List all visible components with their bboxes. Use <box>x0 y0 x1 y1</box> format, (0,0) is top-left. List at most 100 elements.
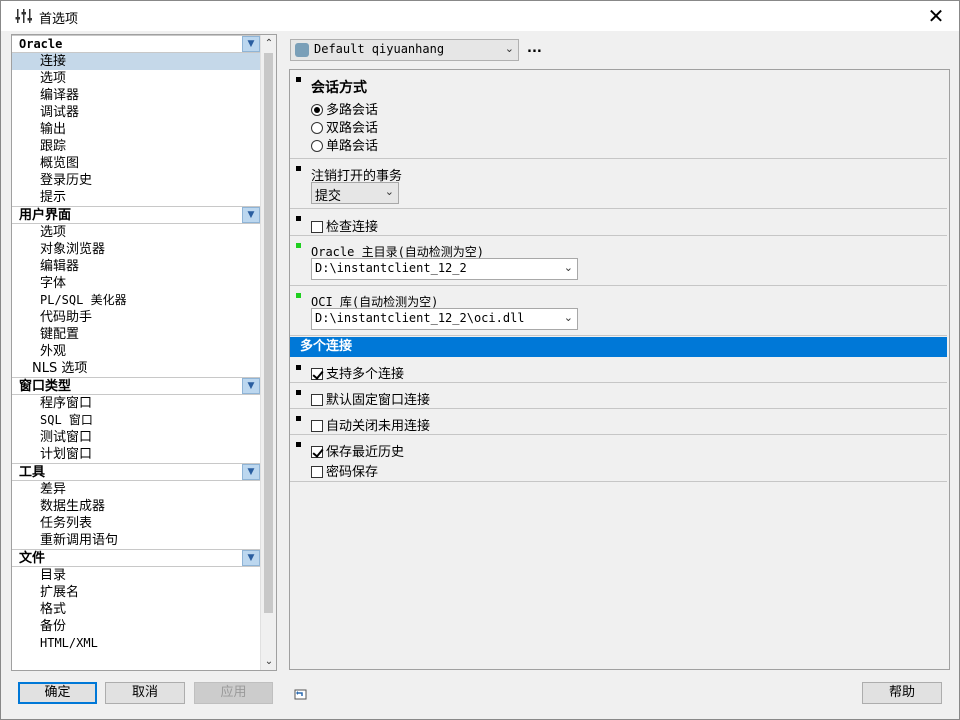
checkbox-icon <box>311 394 323 406</box>
session-title: 会话方式 <box>311 80 367 96</box>
category-tree: Oracle ▼ 连接 选项 编译器 调试器 输出 跟踪 概览图 登录历史 提示… <box>11 34 277 671</box>
tree-item[interactable]: SQL 窗口 <box>12 412 261 429</box>
checkbox-icon <box>311 221 323 233</box>
tree-item[interactable]: 调试器 <box>12 104 261 121</box>
support-multi-checkbox[interactable]: 支持多个连接 <box>311 363 404 382</box>
tree-item[interactable]: 程序窗口 <box>12 395 261 412</box>
tree-item[interactable]: 提示 <box>12 189 261 206</box>
tree-item[interactable]: 备份 <box>12 618 261 635</box>
tree-item[interactable]: 差异 <box>12 481 261 498</box>
session-option-multi[interactable]: 多路会话 <box>311 99 378 118</box>
oci-library-select[interactable]: D:\instantclient_12_2\oci.dll ⌄ <box>311 308 578 330</box>
logoff-value: 提交 <box>315 189 342 204</box>
collapse-icon[interactable]: ▼ <box>242 36 260 52</box>
checkbox-icon <box>311 420 323 432</box>
tree-item[interactable]: 选项 <box>12 224 261 241</box>
tree-section-files[interactable]: 文件 ▼ <box>12 549 261 567</box>
tree-item[interactable]: 扩展名 <box>12 584 261 601</box>
close-icon: ✕ <box>927 4 945 28</box>
tree-item[interactable]: NLS 选项 <box>12 360 261 377</box>
help-button[interactable]: 帮助 <box>862 682 942 704</box>
radio-icon <box>311 140 323 152</box>
checkbox-label: 保存最近历史 <box>326 445 405 460</box>
tree-item[interactable]: 重新调用语句 <box>12 532 261 549</box>
tree-section-user-interface[interactable]: 用户界面 ▼ <box>12 206 261 224</box>
tree-item-connection[interactable]: 连接 <box>12 53 261 70</box>
scroll-up-icon[interactable]: ⌃ <box>261 35 276 52</box>
tree-item[interactable]: 对象浏览器 <box>12 241 261 258</box>
tree-item[interactable]: 键配置 <box>12 326 261 343</box>
checkbox-icon <box>311 466 323 478</box>
tree-item[interactable]: 目录 <box>12 567 261 584</box>
settings-panel: 会话方式 多路会话 双路会话 单路会话 注销打开的事务 提交 ⌄ 检查连接 Or… <box>289 69 950 670</box>
check-connection-checkbox[interactable]: 检查连接 <box>311 216 378 235</box>
scrollbar-thumb[interactable] <box>264 53 273 613</box>
tree-item[interactable]: 测试窗口 <box>12 429 261 446</box>
scroll-down-icon[interactable]: ⌄ <box>261 653 276 670</box>
save-password-checkbox[interactable]: 密码保存 <box>311 461 378 480</box>
autoclose-group: 自动关闭未用连接 <box>290 409 947 435</box>
tree-section-tools[interactable]: 工具 ▼ <box>12 463 261 481</box>
oracle-home-select[interactable]: D:\instantclient_12_2 ⌄ <box>311 258 578 280</box>
tree-item[interactable]: 代码助手 <box>12 309 261 326</box>
section-label: 文件 <box>19 551 46 566</box>
collapse-icon[interactable]: ▼ <box>242 378 260 394</box>
section-label: 工具 <box>19 465 46 480</box>
option-label: 单路会话 <box>326 139 379 154</box>
section-label: 窗口类型 <box>19 379 72 394</box>
collapse-icon[interactable]: ▼ <box>242 550 260 566</box>
tree-item[interactable]: 编译器 <box>12 87 261 104</box>
fixed-window-checkbox[interactable]: 默认固定窗口连接 <box>311 389 430 408</box>
ok-button[interactable]: 确定 <box>18 682 97 704</box>
checkbox-icon <box>311 368 323 380</box>
tree-item[interactable]: PL/SQL 美化器 <box>12 292 261 309</box>
session-group: 会话方式 多路会话 双路会话 单路会话 <box>290 70 947 159</box>
undo-icon[interactable] <box>293 687 309 701</box>
session-option-dual[interactable]: 双路会话 <box>311 117 378 136</box>
tree-item[interactable]: 格式 <box>12 601 261 618</box>
tree-item[interactable]: 计划窗口 <box>12 446 261 463</box>
checkbox-label: 密码保存 <box>326 465 379 480</box>
collapse-icon[interactable]: ▼ <box>242 207 260 223</box>
tree-item[interactable]: 输出 <box>12 121 261 138</box>
tree-item[interactable]: 任务列表 <box>12 515 261 532</box>
marker-icon <box>296 416 301 421</box>
oracle-home-value: D:\instantclient_12_2 <box>315 261 467 275</box>
title-bar: 首选项 ✕ <box>1 1 959 31</box>
tree-item[interactable]: 外观 <box>12 343 261 360</box>
tree-item[interactable]: 选项 <box>12 70 261 87</box>
collapse-icon[interactable]: ▼ <box>242 464 260 480</box>
tree-item[interactable]: 登录历史 <box>12 172 261 189</box>
logoff-group: 注销打开的事务 提交 ⌄ <box>290 159 947 209</box>
autoclose-checkbox[interactable]: 自动关闭未用连接 <box>311 415 430 434</box>
multiple-connections-header: 多个连接 <box>290 337 947 357</box>
marker-icon <box>296 442 301 447</box>
tree-item[interactable]: 字体 <box>12 275 261 292</box>
tree-item[interactable]: 数据生成器 <box>12 498 261 515</box>
oracle-home-group: Oracle 主目录(自动检测为空) D:\instantclient_12_2… <box>290 236 947 286</box>
tree-item[interactable]: HTML/XML <box>12 635 261 652</box>
close-button[interactable]: ✕ <box>913 1 959 31</box>
profile-value: Default qiyuanhang <box>314 42 445 56</box>
profile-icon <box>295 43 309 57</box>
tree-item[interactable]: 概览图 <box>12 155 261 172</box>
apply-button[interactable]: 应用 <box>194 682 273 704</box>
tree-item[interactable]: 跟踪 <box>12 138 261 155</box>
tree-section-window-types[interactable]: 窗口类型 ▼ <box>12 377 261 395</box>
tree-section-oracle[interactable]: Oracle ▼ <box>12 35 261 53</box>
tree-item[interactable]: 编辑器 <box>12 258 261 275</box>
marker-icon <box>296 166 301 171</box>
history-group: 保存最近历史 密码保存 <box>290 435 947 482</box>
profile-select[interactable]: Default qiyuanhang ⌄ <box>290 39 519 61</box>
section-label: Oracle <box>19 37 63 51</box>
tree-scrollbar[interactable]: ⌃ ⌄ <box>260 35 276 670</box>
session-option-single[interactable]: 单路会话 <box>311 135 378 154</box>
logoff-select[interactable]: 提交 ⌄ <box>311 182 399 204</box>
option-label: 双路会话 <box>326 121 379 136</box>
cancel-button[interactable]: 取消 <box>105 682 185 704</box>
checkbox-label: 支持多个连接 <box>326 367 405 382</box>
marker-icon <box>296 77 301 82</box>
save-history-checkbox[interactable]: 保存最近历史 <box>311 441 404 460</box>
profile-more-button[interactable]: ... <box>527 41 542 56</box>
chevron-down-icon: ⌄ <box>384 185 394 198</box>
